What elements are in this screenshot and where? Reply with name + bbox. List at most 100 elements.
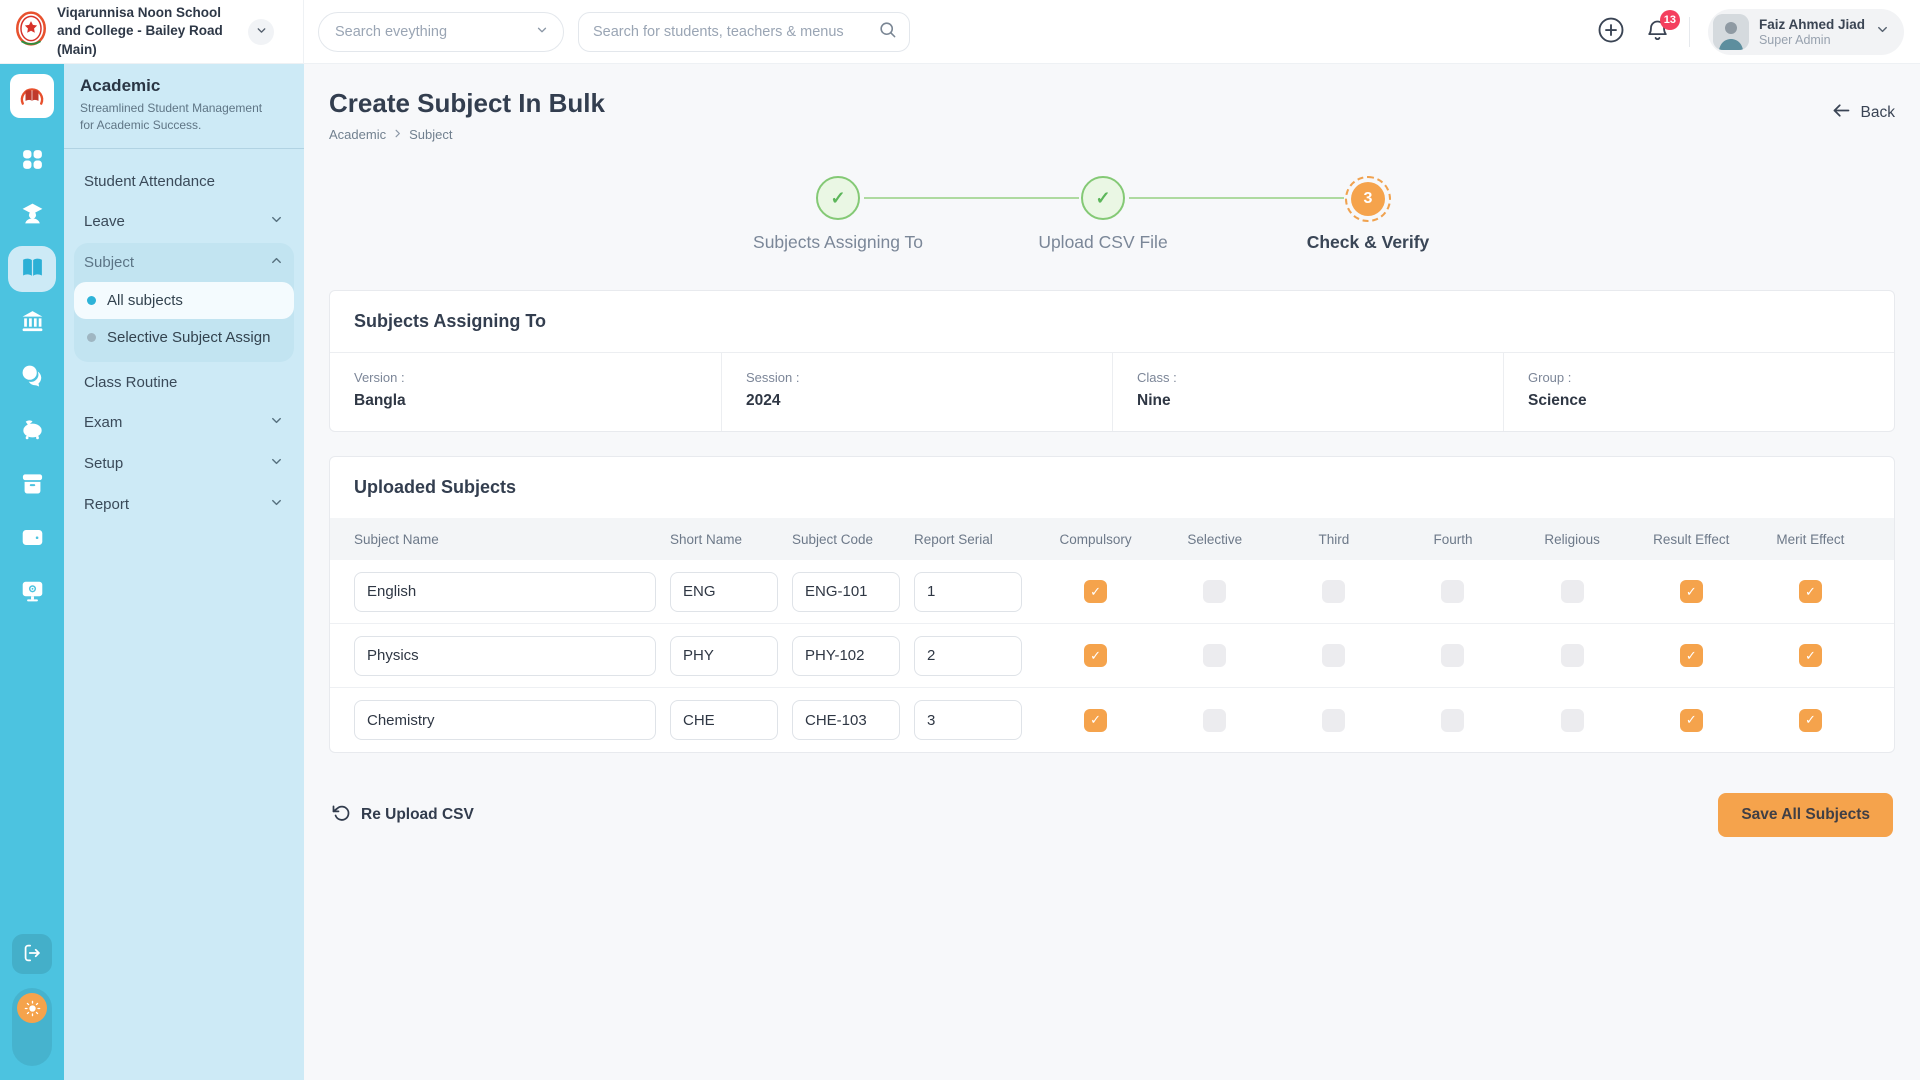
menu-item-leave[interactable]: Leave <box>74 202 294 241</box>
global-search-input[interactable] <box>593 24 878 40</box>
checkbox-third[interactable] <box>1322 644 1345 667</box>
global-search <box>578 12 910 52</box>
theme-toggle[interactable] <box>12 988 52 1066</box>
checkbox-selective[interactable] <box>1203 644 1226 667</box>
table-row <box>330 560 1894 624</box>
subject-code-input[interactable] <box>792 636 900 676</box>
rail-item-accounts[interactable] <box>8 408 56 454</box>
menu-item-label: Leave <box>84 213 125 230</box>
checkbox-result-effect[interactable] <box>1680 644 1703 667</box>
chevron-down-icon <box>269 212 284 231</box>
menu-item-student-attendance[interactable]: Student Attendance <box>74 163 294 200</box>
col-result-effect: Result Effect <box>1632 532 1751 547</box>
checkbox-merit-effect[interactable] <box>1799 709 1822 732</box>
checkbox-merit-effect[interactable] <box>1799 644 1822 667</box>
step-2-circle <box>1081 176 1125 220</box>
field-version: Version : Bangla <box>330 353 721 431</box>
checkbox-result-effect[interactable] <box>1680 709 1703 732</box>
logout-icon <box>21 942 43 967</box>
short-name-input[interactable] <box>670 572 778 612</box>
add-button[interactable] <box>1596 15 1626 48</box>
user-menu[interactable]: Faiz Ahmed Jiad Super Admin <box>1708 9 1904 55</box>
checkbox-selective[interactable] <box>1203 709 1226 732</box>
monitor-gear-icon <box>20 579 45 607</box>
breadcrumb-subject: Subject <box>409 127 452 142</box>
avatar <box>1713 14 1749 50</box>
checkbox-fourth[interactable] <box>1441 644 1464 667</box>
checkbox-compulsory[interactable] <box>1084 580 1107 603</box>
subject-name-input[interactable] <box>354 636 656 676</box>
checkbox-religious[interactable] <box>1561 580 1584 603</box>
rail-item-payroll[interactable] <box>8 516 56 562</box>
menu-item-exam[interactable]: Exam <box>74 403 294 442</box>
checkbox-fourth[interactable] <box>1441 580 1464 603</box>
open-book-icon <box>20 255 45 283</box>
field-class: Class : Nine <box>1112 353 1503 431</box>
rail-item-inventory[interactable] <box>8 462 56 508</box>
menu-item-class-routine[interactable]: Class Routine <box>74 364 294 401</box>
subject-code-input[interactable] <box>792 572 900 612</box>
checkbox-selective[interactable] <box>1203 580 1226 603</box>
checkbox-religious[interactable] <box>1561 644 1584 667</box>
report-serial-input[interactable] <box>914 700 1022 740</box>
arrow-left-icon <box>1831 100 1852 126</box>
short-name-input[interactable] <box>670 636 778 676</box>
module-header: Academic Streamlined Student Management … <box>64 64 304 149</box>
col-religious: Religious <box>1513 532 1632 547</box>
menu-item-selective-subject-assign[interactable]: Selective Subject Assign <box>74 319 294 356</box>
uploaded-subjects-card: Uploaded Subjects Subject Name Short Nam… <box>329 456 1895 753</box>
menu-item-report[interactable]: Report <box>74 485 294 524</box>
step-1-circle <box>816 176 860 220</box>
stepper: 3 Subjects Assigning To Upload CSV File … <box>722 172 1502 270</box>
checkbox-compulsory[interactable] <box>1084 709 1107 732</box>
rail-item-dashboard[interactable] <box>8 138 56 184</box>
field-label: Class : <box>1137 370 1479 385</box>
checkbox-result-effect[interactable] <box>1680 580 1703 603</box>
school-switcher-button[interactable] <box>248 19 274 45</box>
main-content: Create Subject In Bulk Academic Subject … <box>304 64 1920 1080</box>
menu-item-subject[interactable]: Subject <box>74 243 294 282</box>
save-all-subjects-button[interactable]: Save All Subjects <box>1718 793 1893 837</box>
subjects-assigning-card: Subjects Assigning To Version : Bangla S… <box>329 290 1895 432</box>
subject-name-input[interactable] <box>354 572 656 612</box>
menu-item-all-subjects[interactable]: All subjects <box>74 282 294 319</box>
chevron-up-icon <box>269 253 284 272</box>
reupload-csv-button[interactable]: Re Upload CSV <box>331 803 474 828</box>
checkbox-religious[interactable] <box>1561 709 1584 732</box>
menu-item-setup[interactable]: Setup <box>74 444 294 483</box>
report-serial-input[interactable] <box>914 572 1022 612</box>
rail-item-device[interactable] <box>8 570 56 616</box>
menu-group-subject: Subject All subjects Selective Subject A… <box>74 243 294 362</box>
graduation-cap-icon <box>20 201 45 229</box>
breadcrumb-academic[interactable]: Academic <box>329 127 386 142</box>
archive-box-icon <box>20 471 45 499</box>
short-name-input[interactable] <box>670 700 778 740</box>
report-serial-input[interactable] <box>914 636 1022 676</box>
checkbox-fourth[interactable] <box>1441 709 1464 732</box>
step-3-number: 3 <box>1351 182 1385 216</box>
chevron-down-icon <box>269 495 284 514</box>
checkbox-compulsory[interactable] <box>1084 644 1107 667</box>
rail-item-communication[interactable] <box>8 354 56 400</box>
back-button[interactable]: Back <box>1831 100 1895 126</box>
menu-item-label: All subjects <box>107 292 183 309</box>
subject-code-input[interactable] <box>792 700 900 740</box>
menu-list: Student Attendance Leave Subject All sub… <box>64 149 304 538</box>
app-logo[interactable] <box>10 74 54 118</box>
checkbox-third[interactable] <box>1322 709 1345 732</box>
piggy-bank-icon <box>20 417 45 445</box>
search-category-dropdown[interactable]: Search eveything <box>318 12 564 52</box>
wallet-icon <box>20 525 45 553</box>
table-row <box>330 624 1894 688</box>
step-2-label: Upload CSV File <box>1038 232 1167 253</box>
notifications-button[interactable]: 13 <box>1644 17 1671 47</box>
checkbox-merit-effect[interactable] <box>1799 580 1822 603</box>
rail-item-academic[interactable] <box>8 246 56 292</box>
subject-name-input[interactable] <box>354 700 656 740</box>
menu-item-label: Exam <box>84 414 122 431</box>
checkbox-third[interactable] <box>1322 580 1345 603</box>
rail-item-institution[interactable] <box>8 300 56 346</box>
stepper-connector <box>1129 197 1344 199</box>
logout-button[interactable] <box>12 934 52 974</box>
rail-item-students[interactable] <box>8 192 56 238</box>
